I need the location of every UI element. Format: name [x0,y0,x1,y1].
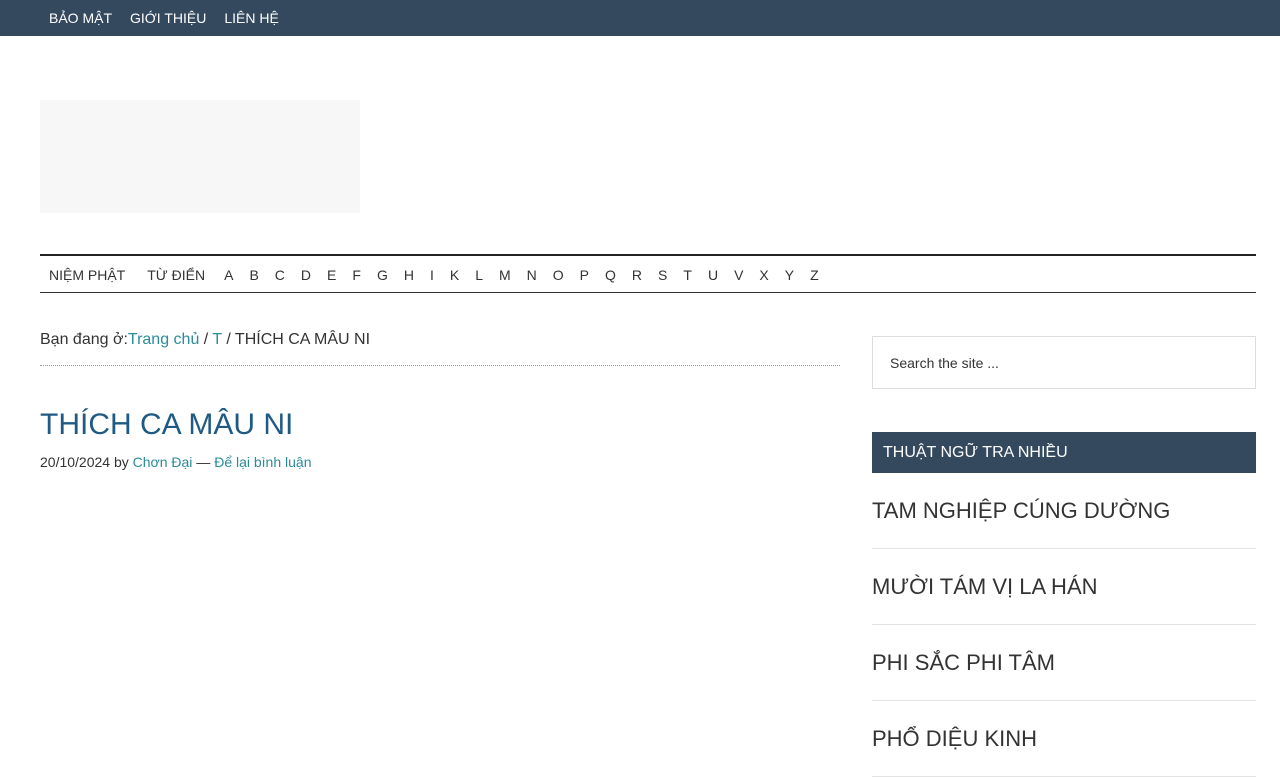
alpha-nav-link-l[interactable]: L [467,256,491,294]
top-nav-menu: BẢO MẬT GIỚI THIỆU LIÊN HỆ [0,0,1280,36]
alpha-nav-link-a[interactable]: A [216,256,241,294]
alpha-nav-item: TỪ ĐIỂN [136,256,216,294]
alpha-nav-item: NIỆM PHẬT [40,256,136,294]
alpha-nav-link-u[interactable]: U [700,256,726,294]
breadcrumb-separator: / [199,331,213,348]
alpha-nav-item: R [624,256,650,294]
breadcrumb-separator: / [221,331,235,348]
alpha-nav-item: Z [802,256,827,294]
alpha-nav-item: N [519,256,545,294]
alpha-nav-link-i[interactable]: I [422,256,442,294]
alpha-nav-item: G [369,256,396,294]
list-item: PHI SẮC PHI TÂM [872,625,1256,701]
alpha-nav-item: S [650,256,675,294]
breadcrumb-home-link[interactable]: Trang chủ [128,331,199,348]
alphabet-navigation: NIỆM PHẬT TỪ ĐIỂN A B C D E F G H I K L M N O P Q R S T U V X Y Z [40,254,1256,293]
alpha-nav-item: F [344,256,369,294]
alphabet-menu: NIỆM PHẬT TỪ ĐIỂN A B C D E F G H I K L M N O P Q R S T U V X Y Z [40,256,1256,294]
alpha-nav-link-n[interactable]: N [519,256,545,294]
post-meta-separator: — [192,454,215,470]
alpha-nav-link-q[interactable]: Q [597,256,624,294]
breadcrumb: Bạn đang ở:Trang chủ / T / THÍCH CA MÂU … [40,330,840,366]
alpha-nav-item: C [267,256,293,294]
alpha-nav-item: Q [597,256,624,294]
top-nav-link-contact[interactable]: LIÊN HỆ [215,0,287,36]
alpha-nav-link-g[interactable]: G [369,256,396,294]
top-navigation-bar: BẢO MẬT GIỚI THIỆU LIÊN HỆ [0,0,1280,36]
breadcrumb-current: THÍCH CA MÂU NI [234,331,371,348]
alpha-nav-link-e[interactable]: E [319,256,344,294]
alpha-nav-link-x[interactable]: X [751,256,776,294]
alpha-nav-item: E [319,256,344,294]
popular-term-link[interactable]: PHỔ DIỆU KINH [872,701,1256,752]
post-title: THÍCH CA MÂU NI [40,408,294,441]
list-item: MƯỜI TÁM VỊ LA HÁN [872,549,1256,625]
breadcrumb-category-link[interactable]: T [212,331,221,348]
list-item: PHỔ DIỆU KINH [872,701,1256,777]
alpha-nav-item: X [751,256,776,294]
alpha-nav-link-k[interactable]: K [442,256,467,294]
alpha-nav-link-y[interactable]: Y [777,256,802,294]
alpha-nav-link-c[interactable]: C [267,256,293,294]
alpha-nav-link-s[interactable]: S [650,256,675,294]
alpha-nav-item: U [700,256,726,294]
alpha-nav-link-o[interactable]: O [545,256,572,294]
popular-term-link[interactable]: TAM NGHIỆP CÚNG DƯỜNG [872,473,1256,524]
alpha-nav-item: H [396,256,422,294]
alpha-nav-link-t[interactable]: T [675,256,700,294]
top-nav-link-privacy[interactable]: BẢO MẬT [40,0,121,36]
alpha-nav-item: O [545,256,572,294]
alpha-nav-link-z[interactable]: Z [802,256,827,294]
alpha-nav-item: T [675,256,700,294]
alpha-nav-item: P [572,256,597,294]
alpha-nav-item: Y [777,256,802,294]
search-input[interactable] [872,336,1256,389]
alpha-nav-item: B [241,256,266,294]
post-comments-link[interactable]: Để lại bình luận [214,454,311,470]
alpha-nav-link-f[interactable]: F [344,256,369,294]
alpha-nav-link-p[interactable]: P [572,256,597,294]
main-content: Bạn đang ở:Trang chủ / T / THÍCH CA MÂU … [40,330,840,470]
alpha-nav-link-từ-điển[interactable]: TỪ ĐIỂN [136,256,216,294]
post-date: 20/10/2024 [40,454,111,470]
top-nav-item: LIÊN HỆ [215,0,287,36]
alpha-nav-item: M [491,256,519,294]
popular-terms-list: TAM NGHIỆP CÚNG DƯỜNG MƯỜI TÁM VỊ LA HÁN… [872,473,1256,777]
popular-term-link[interactable]: PHI SẮC PHI TÂM [872,625,1256,676]
alpha-nav-link-v[interactable]: V [726,256,751,294]
alpha-nav-item: A [216,256,241,294]
popular-terms-widget-title: THUẬT NGỮ TRA NHIỀU [872,432,1256,473]
alpha-nav-item: L [467,256,491,294]
alpha-nav-link-b[interactable]: B [241,256,266,294]
alpha-nav-link-m[interactable]: M [491,256,519,294]
post-by-label: by [110,454,133,470]
alpha-nav-link-niệm-phật[interactable]: NIỆM PHẬT [40,256,136,294]
alpha-nav-item: I [422,256,442,294]
top-nav-link-about[interactable]: GIỚI THIỆU [121,0,215,36]
alpha-nav-item: V [726,256,751,294]
alpha-nav-item: K [442,256,467,294]
post-author-link[interactable]: Chơn Đại [133,454,193,470]
breadcrumb-prefix: Bạn đang ở: [40,331,128,348]
alpha-nav-item: D [293,256,319,294]
list-item: TAM NGHIỆP CÚNG DƯỜNG [872,473,1256,549]
top-nav-item: BẢO MẬT [40,0,121,36]
post-meta: 20/10/2024 by Chơn Đại — Để lại bình luậ… [40,454,840,470]
alpha-nav-link-h[interactable]: H [396,256,422,294]
sidebar: THUẬT NGỮ TRA NHIỀU TAM NGHIỆP CÚNG DƯỜN… [872,336,1256,777]
top-nav-item: GIỚI THIỆU [121,0,215,36]
alpha-nav-link-r[interactable]: R [624,256,650,294]
alpha-nav-link-d[interactable]: D [293,256,319,294]
site-logo-placeholder[interactable] [40,100,360,213]
popular-term-link[interactable]: MƯỜI TÁM VỊ LA HÁN [872,549,1256,600]
